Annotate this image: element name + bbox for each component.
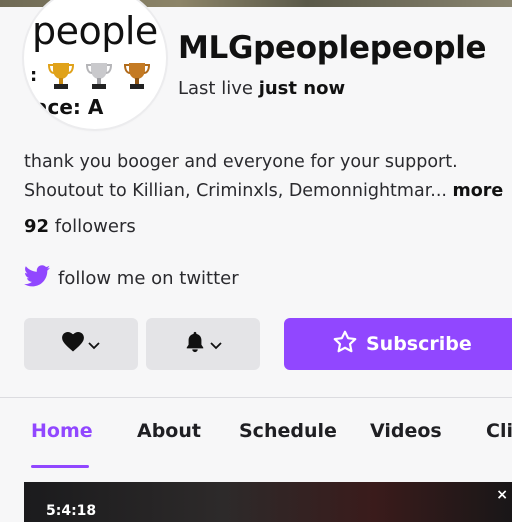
social-link-twitter[interactable]: follow me on twitter: [24, 265, 239, 292]
tab-clips[interactable]: Cli: [486, 420, 512, 442]
tab-schedule[interactable]: Schedule: [239, 420, 337, 442]
tab-about[interactable]: About: [137, 420, 201, 442]
channel-bio: thank you booger and everyone for your s…: [24, 148, 508, 206]
twitter-bird-icon: [24, 265, 50, 292]
video-timestamp: 5:4:18: [46, 503, 97, 519]
follow-button[interactable]: [24, 318, 138, 370]
bio-text: thank you booger and everyone for your s…: [24, 152, 458, 201]
last-live-value: just now: [258, 78, 346, 99]
notifications-button[interactable]: [146, 318, 260, 370]
subscribe-label: Subscribe: [366, 333, 472, 355]
follower-count-number: 92: [24, 216, 50, 237]
close-icon[interactable]: ×: [496, 487, 508, 503]
chevron-down-icon: [88, 335, 100, 354]
bell-icon: [184, 331, 206, 357]
chevron-down-icon: [210, 335, 222, 354]
bio-more-link[interactable]: more: [453, 181, 504, 201]
trophy-gold-icon: [47, 61, 75, 91]
last-live-prefix: Last live: [178, 78, 253, 99]
avatar-cut-text: ace: A: [34, 95, 104, 119]
follower-count: 92 followers: [24, 216, 136, 237]
twitter-link-label[interactable]: follow me on twitter: [58, 268, 239, 289]
active-tab-indicator: [31, 465, 89, 468]
follower-count-label: followers: [54, 216, 136, 237]
tab-videos[interactable]: Videos: [370, 420, 442, 442]
channel-avatar[interactable]: people : ace: A: [24, 0, 166, 129]
last-live-status: Last live just now: [178, 78, 345, 99]
channel-tabs: Home About Schedule Videos Cli: [0, 420, 512, 470]
video-preview[interactable]: 5:4:18 ×: [24, 482, 512, 522]
star-outline-icon: [332, 329, 358, 360]
tab-home[interactable]: Home: [31, 420, 93, 442]
section-divider: [0, 397, 512, 398]
trophy-silver-icon: [85, 61, 113, 91]
channel-name: MLGpeoplepeople: [178, 30, 487, 66]
trophy-bronze-icon: [123, 61, 151, 91]
avatar-word: people: [32, 9, 158, 53]
avatar-trophies: :: [30, 61, 151, 91]
heart-icon: [62, 332, 84, 356]
subscribe-button[interactable]: Subscribe: [284, 318, 512, 370]
avatar-colon-text: :: [30, 65, 38, 86]
